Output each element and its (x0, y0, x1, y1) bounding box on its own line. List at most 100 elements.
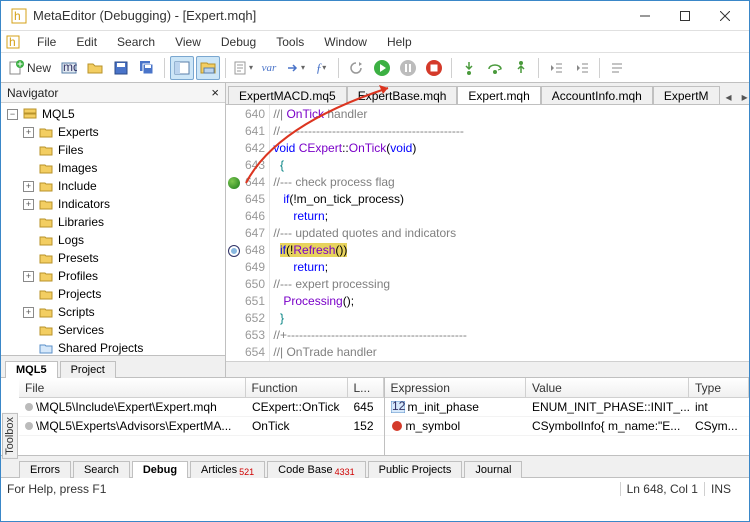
comment-button[interactable] (605, 56, 629, 80)
callstack-col-file[interactable]: File (19, 378, 246, 397)
expand-icon[interactable] (23, 217, 34, 228)
save-all-button[interactable] (135, 56, 159, 80)
line-gutter[interactable]: 6406416426436446456466476486496506516526… (226, 105, 270, 361)
bottom-tab-debug[interactable]: Debug (132, 461, 188, 478)
bottom-tab-search[interactable]: Search (73, 461, 130, 478)
expand-icon[interactable]: + (23, 181, 34, 192)
menu-window[interactable]: Window (314, 33, 377, 51)
bottom-tab-journal[interactable]: Journal (464, 461, 522, 478)
open-button[interactable] (83, 56, 107, 80)
tree-root[interactable]: − MQL5 (1, 105, 225, 123)
watch-col-type[interactable]: Type (689, 378, 749, 397)
tree-folder-projects[interactable]: Projects (1, 285, 225, 303)
save-button[interactable] (109, 56, 133, 80)
navigator-tree[interactable]: − MQL5 +ExpertsFilesImages+Include+Indic… (1, 103, 225, 355)
expand-icon[interactable] (23, 325, 34, 336)
continue-button[interactable] (370, 56, 394, 80)
menu-help[interactable]: Help (377, 33, 422, 51)
editor-tab[interactable]: ExpertM (653, 86, 720, 105)
watch-row[interactable]: 123m_init_phaseENUM_INIT_PHASE::INIT_...… (385, 398, 750, 417)
menu-view[interactable]: View (165, 33, 211, 51)
expand-icon[interactable] (23, 163, 34, 174)
var-button[interactable]: var (257, 56, 281, 80)
watch-col-value[interactable]: Value (526, 378, 689, 397)
bottom-tab-errors[interactable]: Errors (19, 461, 71, 478)
tree-folder-files[interactable]: Files (1, 141, 225, 159)
tree-folder-experts[interactable]: +Experts (1, 123, 225, 141)
goto-button[interactable]: ▾ (283, 56, 307, 80)
tree-folder-presets[interactable]: Presets (1, 249, 225, 267)
breakpoint-marker[interactable] (228, 177, 240, 189)
expand-icon[interactable] (23, 253, 34, 264)
tree-folder-images[interactable]: Images (1, 159, 225, 177)
nav-tab-mql5[interactable]: MQL5 (5, 361, 58, 378)
folder-icon (38, 161, 54, 175)
menu-file[interactable]: File (27, 33, 66, 51)
indent-left-button[interactable] (544, 56, 568, 80)
step-over-button[interactable] (483, 56, 507, 80)
menu-tools[interactable]: Tools (266, 33, 314, 51)
bottom-tab-articles[interactable]: Articles521 (190, 461, 265, 478)
tree-folder-libraries[interactable]: Libraries (1, 213, 225, 231)
pause-button[interactable] (396, 56, 420, 80)
expand-icon[interactable] (23, 289, 34, 300)
breakpoint-marker[interactable] (228, 245, 240, 257)
close-button[interactable] (705, 2, 745, 30)
minimize-button[interactable] (625, 2, 665, 30)
bottom-tab-public-projects[interactable]: Public Projects (368, 461, 463, 478)
mql-wizard-button[interactable]: mql (57, 56, 81, 80)
tree-folder-services[interactable]: Services (1, 321, 225, 339)
tree-shared-label: Shared Projects (58, 341, 143, 355)
menu-edit[interactable]: Edit (66, 33, 107, 51)
navigator-toggle-button[interactable] (170, 56, 194, 80)
restart-debug-button[interactable] (344, 56, 368, 80)
expand-icon[interactable]: + (23, 199, 34, 210)
watch-row[interactable]: m_symbolCSymbolInfo{ m_name:"E...CSym... (385, 417, 750, 436)
editor-tab[interactable]: ExpertMACD.mq5 (228, 86, 347, 105)
tree-folder-include[interactable]: +Include (1, 177, 225, 195)
callstack-row[interactable]: \MQL5\Experts\Advisors\ExpertMA...OnTick… (19, 417, 384, 436)
expand-icon[interactable]: + (23, 307, 34, 318)
expand-icon[interactable] (23, 235, 34, 246)
tree-folder-logs[interactable]: Logs (1, 231, 225, 249)
watch-col-expression[interactable]: Expression (385, 378, 527, 397)
bottom-tab-code-base[interactable]: Code Base4331 (267, 461, 365, 478)
editor-tab-active[interactable]: Expert.mqh (457, 86, 540, 105)
callstack-col-line[interactable]: L... (348, 378, 384, 397)
tab-scroll-right[interactable]: ▸ (738, 90, 749, 104)
toolbox-toggle-button[interactable] (196, 56, 220, 80)
tree-folder-scripts[interactable]: +Scripts (1, 303, 225, 321)
editor-area: ExpertMACD.mq5 ExpertBase.mqh Expert.mqh… (226, 83, 749, 377)
callstack-col-function[interactable]: Function (246, 378, 348, 397)
tab-scroll-left[interactable]: ◂ (722, 90, 736, 104)
menu-debug[interactable]: Debug (211, 33, 266, 51)
toolbox-label[interactable]: Toolbox (2, 413, 18, 459)
expand-icon[interactable]: + (23, 127, 34, 138)
expand-icon[interactable]: − (7, 109, 18, 120)
navigator-close-button[interactable]: × (211, 85, 219, 100)
horizontal-scrollbar[interactable] (226, 361, 749, 377)
stop-button[interactable] (422, 56, 446, 80)
styler-button[interactable]: ▾ (231, 56, 255, 80)
tree-folder-indicators[interactable]: +Indicators (1, 195, 225, 213)
indent-right-button[interactable] (570, 56, 594, 80)
function-button[interactable]: ƒ▾ (309, 56, 333, 80)
maximize-button[interactable] (665, 2, 705, 30)
menu-search[interactable]: Search (107, 33, 165, 51)
new-button[interactable]: New (4, 56, 55, 80)
expand-icon[interactable] (23, 145, 34, 156)
watch-table: Expression Value Type 123m_init_phaseENU… (385, 378, 750, 455)
tree-folder-profiles[interactable]: +Profiles (1, 267, 225, 285)
editor-tab[interactable]: AccountInfo.mqh (541, 86, 653, 105)
new-button-label: New (27, 61, 51, 75)
svg-text:h: h (14, 9, 21, 23)
step-out-button[interactable] (509, 56, 533, 80)
nav-tab-project[interactable]: Project (60, 361, 116, 378)
callstack-row[interactable]: \MQL5\Include\Expert\Expert.mqhCExpert::… (19, 398, 384, 417)
code-body[interactable]: //| OnTick handler //-------------------… (270, 105, 749, 361)
code-editor[interactable]: 6406416426436446456466476486496506516526… (226, 105, 749, 361)
expand-icon[interactable]: + (23, 271, 34, 282)
editor-tab[interactable]: ExpertBase.mqh (347, 86, 458, 105)
tree-shared-projects[interactable]: Shared Projects (1, 339, 225, 355)
step-into-button[interactable] (457, 56, 481, 80)
